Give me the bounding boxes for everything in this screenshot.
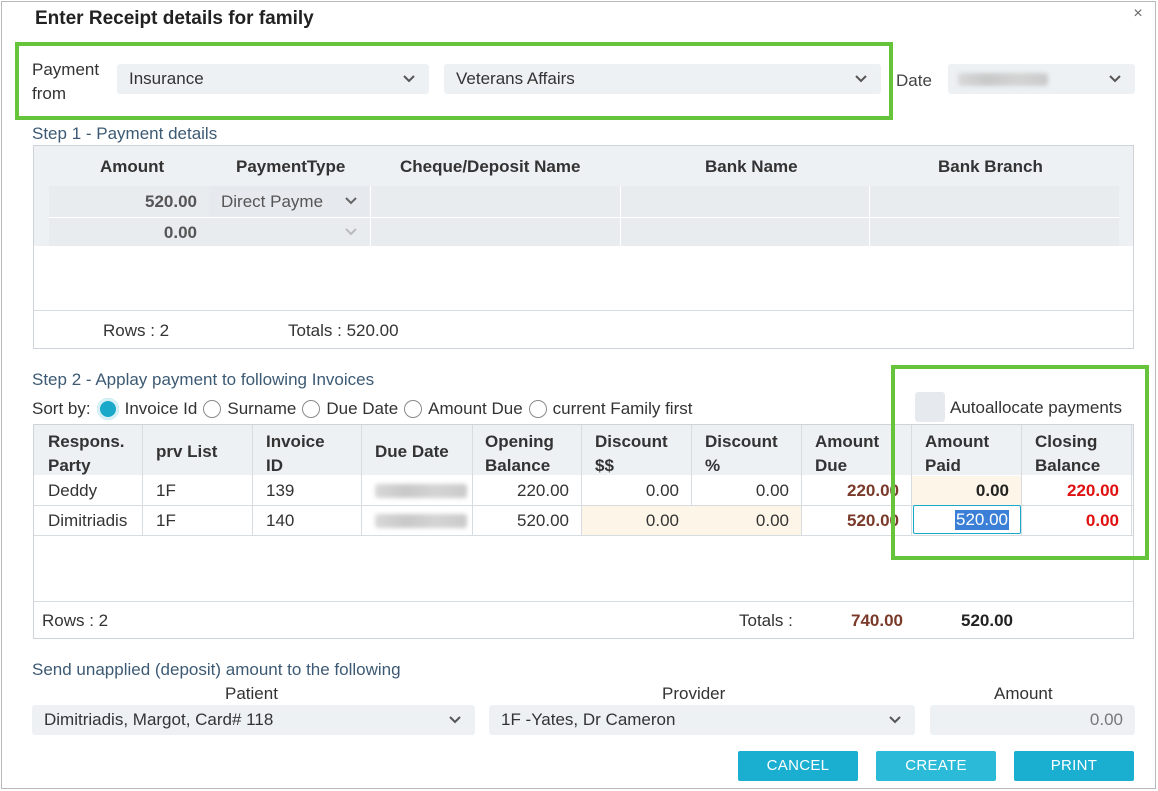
step2-rows-count: Rows : 2 [42,611,109,630]
redacted-due-date [375,514,467,528]
patient-select[interactable]: Dimitriadis, Margot, Card# 118 [32,705,475,735]
cancel-button[interactable]: CANCEL [738,751,858,781]
chevron-down-icon [889,716,901,724]
chevron-down-icon [345,197,357,205]
row1-discount-pct[interactable]: 0.00 [692,481,789,501]
row2-discount[interactable]: 0.00 [582,511,679,531]
close-icon[interactable]: × [1130,6,1146,22]
col-discount-dollars: Discount $$ [595,432,668,475]
col-amount: Amount [100,157,165,176]
col-opening-balance: Opening Balance [485,432,554,475]
row2-invoice-id: 140 [266,511,295,530]
chevron-down-icon [1109,75,1121,83]
autoallocate-label: Autoallocate payments [950,398,1122,417]
col-responsible-party: Respons. Party [48,432,125,475]
row2-discount-pct[interactable]: 0.00 [692,511,789,531]
row1-opening: 220.00 [517,481,569,500]
col-discount-percent: Discount% [705,432,778,475]
total-amount-paid: 520.00 [961,611,1013,630]
row2-party: Dimitriadis [48,511,128,530]
payment-details-grid: Amount PaymentType Cheque/Deposit Name B… [33,145,1134,349]
payment-source-select[interactable]: Insurance [117,64,429,94]
step2-label: Step 2 - Applay payment to following Inv… [32,370,375,389]
step1-totals: Totals : 520.00 [288,321,399,340]
total-amount-due: 740.00 [851,611,903,630]
date-label: Date [896,71,932,90]
col-cheque-name: Cheque/Deposit Name [400,157,581,176]
col-prv-list: prv List [156,442,218,461]
redacted-due-date [375,484,467,498]
payer-select[interactable]: Veterans Affairs [444,64,881,94]
deposit-amount-input[interactable]: 0.00 [930,705,1135,735]
col-invoice-id: Invoice ID [266,432,325,475]
payment-type-select[interactable]: Direct Payme [209,186,369,217]
autoallocate-checkbox[interactable] [915,392,945,422]
payment-amount-cell[interactable]: 520.00 [49,192,197,212]
dialog-title: Enter Receipt details for family [35,8,314,29]
radio-family-first[interactable] [528,400,547,418]
chevron-down-icon [449,716,461,724]
row1-amount-due: 220.00 [847,481,899,500]
step1-label: Step 1 - Payment details [32,124,218,143]
amount-label: Amount [994,684,1053,703]
radio-surname[interactable] [203,400,222,418]
row2-opening: 520.00 [517,511,569,530]
create-button[interactable]: CREATE [876,751,996,781]
deposit-label: Send unapplied (deposit) amount to the f… [32,660,401,679]
payment-amount-cell[interactable]: 0.00 [49,223,197,243]
col-payment-type: PaymentType [236,157,346,176]
step2-totals-label: Totals : [739,611,793,630]
payment-from-label: Payment from [32,60,100,103]
radio-due-date[interactable] [302,400,321,418]
redacted-date [958,73,1048,86]
chevron-down-icon [855,75,867,83]
row1-discount[interactable]: 0.00 [582,481,679,501]
chevron-down-icon [403,75,415,83]
row2-prv: 1F [156,511,176,530]
col-bank-branch: Bank Branch [938,157,1043,176]
print-button[interactable]: PRINT [1014,751,1134,781]
row1-invoice-id: 139 [266,481,295,500]
receipt-dialog: Enter Receipt details for family × Payme… [1,1,1156,789]
sort-by-group: Sort by: Invoice Id Surname Due Date Amo… [32,398,693,420]
col-due-date: Due Date [375,442,449,461]
payment-type-select[interactable] [209,218,369,246]
patient-label: Patient [225,684,278,703]
provider-select[interactable]: 1F -Yates, Dr Cameron [489,705,915,735]
chevron-down-icon [345,228,357,236]
row2-amount-due: 520.00 [847,511,899,530]
step1-rows-count: Rows : 2 [103,321,170,340]
radio-amount-due[interactable] [404,400,423,418]
provider-label: Provider [662,684,726,703]
row1-prv: 1F [156,481,176,500]
radio-invoice-id[interactable] [96,398,119,420]
col-amount-due: Amount Due [815,432,880,475]
col-bank-name: Bank Name [705,157,798,176]
row1-party: Deddy [48,481,98,500]
date-select[interactable] [948,64,1135,94]
